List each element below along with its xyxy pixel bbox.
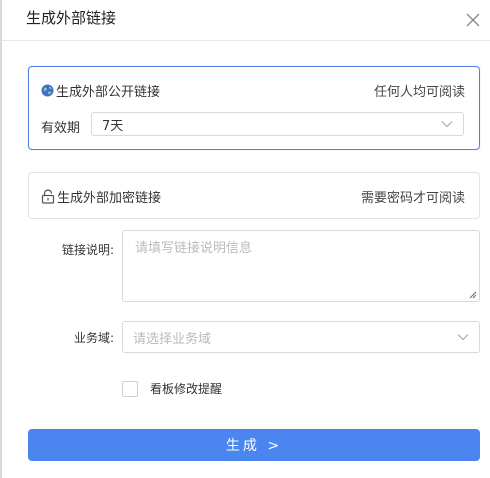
description-placeholder: 请填写链接说明信息 [135,241,253,256]
close-icon[interactable] [466,13,480,27]
chevron-down-icon [441,120,453,128]
public-link-row: 生成外部公开链接 任何人均可阅读 [41,80,465,100]
validity-label: 有效期 [41,121,81,136]
generate-link-dialog: 生成外部链接 生成外部公开链接 任何人均可阅读 有效期 7天 生成外部加密链接 … [2,0,490,478]
encrypted-link-hint: 需要密码才可阅读 [360,190,465,206]
domain-placeholder: 请选择业务域 [133,331,212,347]
encrypted-link-option[interactable]: 生成外部加密链接 需要密码才可阅读 [28,172,480,219]
board-reminder-checkbox[interactable] [122,380,138,397]
dialog-title: 生成外部链接 [26,9,117,27]
public-link-option[interactable]: 生成外部公开链接 任何人均可阅读 有效期 7天 [28,66,480,150]
generate-button[interactable]: 生成 > [28,429,480,461]
encrypted-link-row: 生成外部加密链接 需要密码才可阅读 [41,186,465,206]
resize-handle-icon[interactable] [469,291,477,299]
public-link-label: 生成外部公开链接 [56,84,161,100]
lock-icon [41,188,55,204]
encrypted-link-title: 生成外部加密链接 [41,187,161,206]
validity-value: 7天 [102,118,124,134]
public-link-hint: 任何人均可阅读 [373,84,465,100]
validity-select[interactable]: 7天 [91,112,464,136]
domain-label: 业务域: [73,331,114,345]
dialog-header: 生成外部链接 [2,0,490,41]
description-textarea[interactable]: 请填写链接说明信息 [122,230,480,302]
board-reminder-label: 看板修改提醒 [150,382,223,396]
description-label: 链接说明: [61,243,114,257]
encrypted-link-label: 生成外部加密链接 [57,190,162,206]
public-link-title: 生成外部公开链接 [41,81,160,100]
chevron-down-icon [457,333,469,341]
globe-icon [41,84,54,97]
board-reminder-option[interactable]: 看板修改提醒 [122,380,222,397]
domain-select[interactable]: 请选择业务域 [122,321,480,353]
